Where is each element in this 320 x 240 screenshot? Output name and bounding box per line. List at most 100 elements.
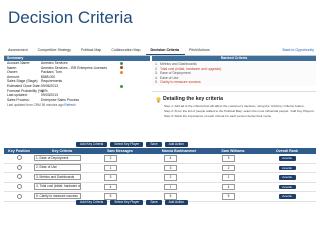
- tab-competitive-strategy[interactable]: Competitive Strategy: [34, 47, 77, 55]
- key-position-cell: [4, 193, 34, 200]
- criteria-field[interactable]: 4. Total cost (initial, hardware and upg…: [34, 183, 81, 190]
- rank-input[interactable]: 5: [164, 193, 177, 200]
- help-step-1: Step 1: Add all of the criteria that wil…: [164, 103, 305, 108]
- key-position-cell: [4, 174, 34, 180]
- view-button[interactable]: view/do: [278, 194, 296, 199]
- add-action-button-bottom[interactable]: Add Action: [164, 200, 188, 205]
- criteria-label: Clarity to measure success: [160, 80, 201, 85]
- player-2-cell: 3: [150, 164, 208, 172]
- player-3-cell: 1: [208, 174, 258, 181]
- rank-input[interactable]: 4: [222, 183, 235, 191]
- position-radio[interactable]: [16, 155, 22, 161]
- player-2-cell: 1: [150, 183, 208, 191]
- key-position-cell: [4, 164, 34, 171]
- rank-input[interactable]: 5: [104, 193, 117, 200]
- last-updated-note: Last updated from CRM 56 minutes ago Ref…: [4, 103, 150, 107]
- position-radio[interactable]: [16, 184, 22, 190]
- overall-rank-cell: view/do: [258, 184, 316, 190]
- rank-input[interactable]: 1: [222, 174, 235, 181]
- player-1-cell: 4: [90, 183, 150, 191]
- view-button[interactable]: view/do: [278, 175, 296, 180]
- select-key-player-button-bottom[interactable]: Select Key Player: [110, 200, 144, 205]
- position-radio[interactable]: [16, 164, 22, 170]
- overall-rank-cell: view/do: [258, 156, 316, 161]
- criteria-cell: 1. Ease of Deployment: [34, 154, 90, 163]
- last-updated-text: Last updated from CRM 56 minutes ago: [7, 103, 64, 108]
- table-row: 1. Ease of Deployment 2 4 3 view/do: [4, 154, 316, 164]
- tab-assessment[interactable]: Assessment: [4, 47, 34, 55]
- rank-input[interactable]: 3: [104, 174, 117, 181]
- position-radio[interactable]: [16, 193, 22, 199]
- save-button[interactable]: Save: [146, 142, 162, 147]
- summary-panel: Summary Account Name: Amedeo Services Name…: [4, 56, 150, 141]
- col-player-1: Sam Messages: [107, 149, 133, 153]
- ranked-criteria-panel: Ranked Criteria 1. Metrics and Dashboards…: [152, 56, 316, 141]
- col-key-position: Key Position: [8, 149, 30, 153]
- rank-input[interactable]: 1: [164, 183, 177, 191]
- overall-rank-cell: view/do: [258, 165, 316, 171]
- refresh-link[interactable]: Refresh: [64, 103, 75, 107]
- overall-rank-cell: view/do: [258, 175, 316, 180]
- col-key-criteria: Key Criteria: [51, 149, 73, 153]
- tab-political-map[interactable]: Political Map: [77, 47, 107, 55]
- position-radio[interactable]: [16, 174, 22, 180]
- player-1-cell: 5: [90, 193, 150, 200]
- table-row: 2. Ease of Use 1 3 2 view/do: [4, 164, 316, 174]
- rank-input[interactable]: 2: [222, 164, 235, 172]
- select-key-player-button[interactable]: Select Key Player: [110, 142, 144, 147]
- key-position-cell: [4, 184, 34, 190]
- ranked-criteria-list: 1. Metrics and Dashboards 2. Total cost (in…: [152, 61, 316, 86]
- player-1-cell: 1: [90, 164, 150, 172]
- lightbulb-icon: [156, 97, 161, 103]
- help-title: Detailing the key criteria: [163, 95, 223, 102]
- criteria-label: Metrics and Dashboards: [160, 62, 197, 66]
- rank-input[interactable]: 1: [104, 164, 117, 172]
- tab-pitch-actions[interactable]: Pitch/Actions: [185, 47, 216, 55]
- table-row: 3. Metrics and Dashboards 3 2 1 view/do: [4, 173, 316, 183]
- add-key-criteria-button-bottom[interactable]: Add Key Criteria: [76, 200, 108, 205]
- back-to-opportunity-link[interactable]: Back to Opportunity: [278, 47, 316, 55]
- rank-input[interactable]: 3: [222, 155, 235, 162]
- player-3-cell: 3: [208, 155, 258, 162]
- rank-input[interactable]: 2: [164, 174, 177, 181]
- player-2-cell: 4: [150, 155, 208, 162]
- criteria-cell: 4. Total cost (initial, hardware and upg…: [34, 183, 90, 191]
- player-3-cell: 4: [208, 183, 258, 191]
- tab-collaboration-map[interactable]: Collaboration Map: [107, 47, 146, 55]
- table-header: Key Position Key Criteria Sam Messages M…: [4, 148, 316, 154]
- add-action-button[interactable]: Add Action: [164, 142, 188, 147]
- col-player-2: Marcia Burkhammer: [161, 149, 197, 153]
- criteria-field[interactable]: 1. Ease of Deployment: [34, 154, 81, 162]
- player-3-cell: 5: [208, 193, 258, 200]
- page-title: Decision Criteria: [8, 8, 133, 27]
- table-body: 1. Ease of Deployment 2 4 3 view/do 2. Ease o…: [4, 154, 316, 202]
- rank-input[interactable]: 5: [222, 193, 235, 200]
- criteria-label: Ease of Deployment: [160, 71, 191, 76]
- rank-input[interactable]: 4: [104, 183, 117, 191]
- player-2-cell: 5: [150, 193, 208, 200]
- summary-label: Sales Process:: [7, 97, 30, 102]
- summary-value: Enterprise Sales Process: [41, 97, 80, 102]
- view-button[interactable]: view/do: [278, 165, 296, 171]
- summary-row: Sales Process: Enterprise Sales Process: [4, 98, 150, 103]
- criteria-field[interactable]: 5. Clarity to measure success: [34, 192, 81, 200]
- criteria-field[interactable]: 3. Metrics and Dashboards: [34, 173, 81, 181]
- player-1-cell: 3: [90, 174, 150, 181]
- criteria-label: Total cost (initial, hardware and upgrad…: [160, 66, 222, 71]
- criteria-cell: 2. Ease of Use: [34, 164, 90, 172]
- status-dot-icon: [120, 70, 123, 74]
- criteria-field[interactable]: 2. Ease of Use: [34, 164, 81, 171]
- help-step-2: Step 2: From the list of people added to…: [164, 108, 315, 113]
- rank-input[interactable]: 2: [104, 155, 117, 162]
- rank-input[interactable]: 3: [164, 164, 177, 172]
- save-button-bottom[interactable]: Save: [146, 200, 162, 205]
- rank-input[interactable]: 4: [164, 155, 177, 162]
- player-2-cell: 2: [150, 174, 208, 181]
- view-button[interactable]: view/do: [278, 156, 296, 161]
- view-button[interactable]: view/do: [278, 184, 296, 190]
- overall-rank-cell: view/do: [258, 194, 316, 199]
- toolbar-top: Add Key Criteria Select Key Player Save …: [76, 142, 188, 147]
- tab-decision-criteria[interactable]: Decision Criteria: [146, 47, 186, 55]
- toolbar-bottom: Add Key Criteria Select Key Player Save …: [76, 200, 188, 205]
- add-key-criteria-button[interactable]: Add Key Criteria: [76, 142, 108, 147]
